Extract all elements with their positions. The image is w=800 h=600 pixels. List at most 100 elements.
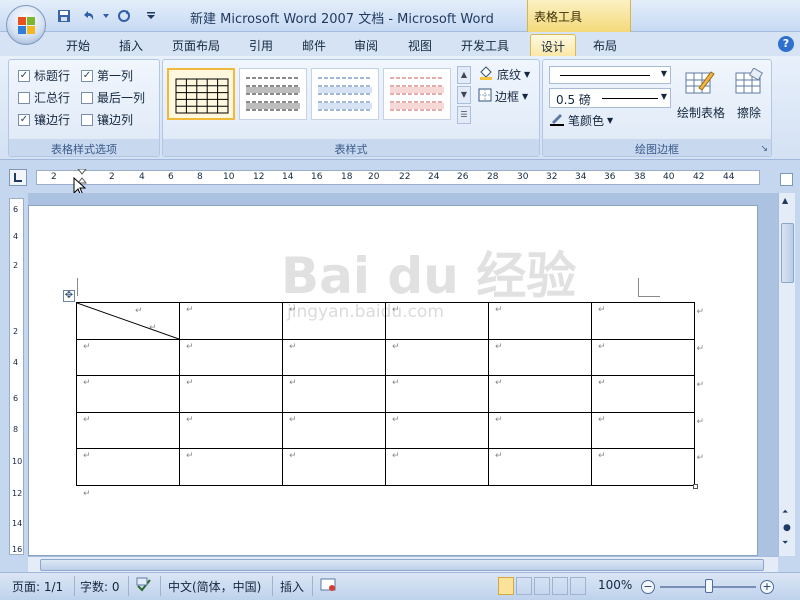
horizontal-scrollbar[interactable] xyxy=(28,556,778,572)
word-count[interactable]: 字数: 0 xyxy=(80,578,120,595)
language-status[interactable]: 中文(简体，中国) xyxy=(168,578,261,595)
pen-color-button[interactable]: 笔颜色 ▼ xyxy=(549,112,613,129)
table-cell[interactable]: ↵ xyxy=(282,448,386,486)
table-cell-diagonal[interactable]: ↵ ↵ xyxy=(76,302,180,340)
customize-qat-icon[interactable] xyxy=(144,7,158,25)
table-cell[interactable]: ↵ xyxy=(488,411,592,449)
table-cell[interactable]: ↵ xyxy=(282,302,386,340)
table-cell[interactable]: ↵ xyxy=(488,375,592,413)
prev-page-icon[interactable]: ⏶ xyxy=(782,507,788,517)
option-banded-rows[interactable]: ✓ 镶边行 xyxy=(18,111,70,128)
table-cell[interactable]: ↵ xyxy=(385,375,489,413)
styles-more-icon[interactable]: ☰ xyxy=(457,106,471,124)
checkbox-checked-icon[interactable]: ✓ xyxy=(81,69,93,82)
table-cell[interactable]: ↵ xyxy=(179,411,283,449)
zoom-out-icon[interactable]: − xyxy=(641,580,655,594)
web-layout-icon[interactable] xyxy=(534,577,550,595)
tab-home[interactable]: 开始 xyxy=(54,34,102,56)
zoom-level[interactable]: 100% xyxy=(598,578,632,592)
styles-scroll-down-icon[interactable]: ▼ xyxy=(457,86,471,104)
option-first-column[interactable]: ✓ 第一列 xyxy=(81,67,133,84)
document-page[interactable]: Bai du 经验 jingyan.baidu.com ✥ ↵ ↵ ↵ ↵ ↵ … xyxy=(28,205,758,556)
horizontal-ruler[interactable]: 2 2 4 6 8 10 12 14 16 18 20 22 24 26 28 … xyxy=(36,168,760,197)
table-cell[interactable]: ↵ xyxy=(282,375,386,413)
styles-scroll-up-icon[interactable]: ▲ xyxy=(457,66,471,84)
table-cell[interactable]: ↵ ↵ xyxy=(591,302,704,340)
checkbox-unchecked-icon[interactable] xyxy=(81,113,93,126)
zoom-slider-thumb[interactable] xyxy=(705,579,713,593)
tab-insert[interactable]: 插入 xyxy=(107,34,155,56)
spell-check-icon[interactable] xyxy=(136,577,152,596)
checkbox-unchecked-icon[interactable] xyxy=(18,91,30,104)
tab-page-layout[interactable]: 页面布局 xyxy=(163,34,229,56)
undo-icon[interactable] xyxy=(78,7,98,25)
option-last-column[interactable]: 最后一列 xyxy=(81,89,145,106)
table-cell[interactable]: ↵ xyxy=(488,302,592,340)
outline-icon[interactable] xyxy=(552,577,568,595)
table-cell[interactable]: ↵ xyxy=(282,338,386,376)
table-cell[interactable]: ↵ ↵ xyxy=(591,338,704,376)
table-cell[interactable]: ↵ ↵ xyxy=(591,411,704,449)
eraser-button[interactable]: 擦除 xyxy=(729,66,769,124)
zoom-in-icon[interactable]: + xyxy=(760,580,774,594)
table-cell[interactable]: ↵ xyxy=(385,338,489,376)
table-style-blue[interactable] xyxy=(311,68,379,120)
dialog-launcher-icon[interactable]: ↘ xyxy=(760,144,768,154)
full-screen-reading-icon[interactable] xyxy=(516,577,532,595)
view-ruler-icon[interactable] xyxy=(780,173,793,186)
table-cell[interactable]: ↵ xyxy=(76,338,180,376)
vertical-ruler[interactable]: 6 4 2 2 4 6 8 10 12 14 16 xyxy=(9,198,24,555)
redo-icon[interactable] xyxy=(114,7,134,25)
scroll-thumb[interactable] xyxy=(40,559,764,571)
option-header-row[interactable]: ✓ 标题行 xyxy=(18,67,70,84)
table-style-red[interactable] xyxy=(383,68,451,120)
print-layout-icon[interactable] xyxy=(498,577,514,595)
option-banded-columns[interactable]: 镶边列 xyxy=(81,111,133,128)
line-weight-dropdown[interactable]: 0.5 磅 ▼ xyxy=(549,88,671,108)
table-cell[interactable]: ↵ xyxy=(282,411,386,449)
table-cell[interactable]: ↵ xyxy=(76,411,180,449)
borders-button[interactable]: 边框 ▼ xyxy=(478,88,528,105)
draft-icon[interactable] xyxy=(570,577,586,595)
next-page-icon[interactable]: ⏷ xyxy=(782,538,788,548)
tab-layout[interactable]: 布局 xyxy=(582,34,628,56)
macro-record-icon[interactable] xyxy=(320,577,336,596)
save-icon[interactable] xyxy=(54,7,74,25)
table-cell[interactable]: ↵ xyxy=(179,448,283,486)
tab-review[interactable]: 审阅 xyxy=(343,34,389,56)
browse-object-icon[interactable]: ● xyxy=(783,523,791,533)
document-table[interactable]: ↵ ↵ ↵ ↵ ↵ ↵ ↵ ↵ ↵ ↵ ↵ ↵ ↵ ↵ ↵ ↵ ↵ ↵ ↵ ↵ … xyxy=(76,302,704,486)
table-cell[interactable]: ↵ xyxy=(488,448,592,486)
checkbox-checked-icon[interactable]: ✓ xyxy=(18,113,30,126)
vertical-scrollbar[interactable]: ▲ ⏶ ● ⏷ xyxy=(778,193,795,556)
table-cell[interactable]: ↵ xyxy=(76,448,180,486)
table-move-handle-icon[interactable]: ✥ xyxy=(63,290,75,302)
table-cell[interactable]: ↵ xyxy=(385,411,489,449)
help-icon[interactable]: ? xyxy=(778,36,794,52)
shading-button[interactable]: 底纹 ▼ xyxy=(478,66,530,83)
office-button[interactable] xyxy=(6,5,46,45)
tab-references[interactable]: 引用 xyxy=(238,34,284,56)
undo-dropdown-icon[interactable] xyxy=(102,7,110,25)
tab-selector-icon[interactable] xyxy=(9,169,27,186)
option-total-row[interactable]: 汇总行 xyxy=(18,89,70,106)
checkbox-unchecked-icon[interactable] xyxy=(81,91,93,104)
table-cell[interactable]: ↵ xyxy=(76,375,180,413)
tab-mailings[interactable]: 邮件 xyxy=(291,34,337,56)
table-cell[interactable]: ↵ xyxy=(385,448,489,486)
table-cell[interactable]: ↵ ↵ xyxy=(591,448,704,486)
table-cell[interactable]: ↵ xyxy=(385,302,489,340)
scroll-up-icon[interactable]: ▲ xyxy=(782,196,788,205)
tab-developer[interactable]: 开发工具 xyxy=(452,34,518,56)
tab-design[interactable]: 设计 xyxy=(530,34,576,56)
tab-view[interactable]: 视图 xyxy=(397,34,443,56)
table-resize-handle-icon[interactable] xyxy=(693,484,698,489)
table-cell[interactable]: ↵ xyxy=(488,338,592,376)
table-cell[interactable]: ↵ ↵ xyxy=(591,375,704,413)
draw-table-button[interactable]: 绘制表格 xyxy=(673,66,729,124)
checkbox-checked-icon[interactable]: ✓ xyxy=(18,69,30,82)
table-style-grid[interactable] xyxy=(167,68,235,120)
table-cell[interactable]: ↵ xyxy=(179,375,283,413)
table-cell[interactable]: ↵ xyxy=(179,302,283,340)
table-style-light-shading[interactable] xyxy=(239,68,307,120)
